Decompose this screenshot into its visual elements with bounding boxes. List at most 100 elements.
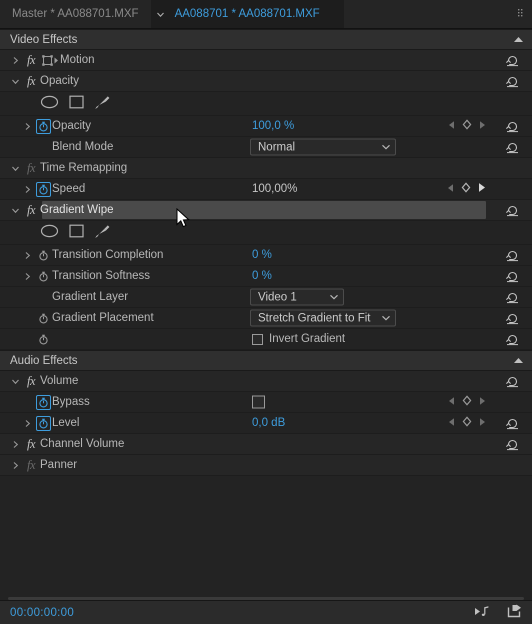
reset-icon[interactable] — [505, 290, 520, 304]
reset-icon[interactable] — [505, 74, 520, 88]
property-label-gradient-placement: Gradient Placement — [52, 312, 154, 324]
property-row-speed[interactable]: Speed 100,00% — [0, 179, 532, 200]
stopwatch-icon[interactable] — [34, 311, 52, 326]
tab-master[interactable]: Master * AA088701.MXF — [0, 0, 151, 28]
property-row-blend-mode[interactable]: Blend Mode Normal — [0, 137, 532, 158]
next-keyframe-icon[interactable] — [479, 417, 486, 429]
reset-icon[interactable] — [505, 53, 520, 67]
property-label-transition-completion: Transition Completion — [52, 249, 164, 261]
free-draw-bezier-mask-icon[interactable] — [94, 95, 110, 113]
fx-icon: fx — [26, 73, 36, 88]
reset-icon[interactable] — [505, 203, 520, 217]
horizontal-scrollbar[interactable] — [8, 597, 524, 600]
add-keyframe-icon[interactable] — [462, 119, 472, 133]
add-keyframe-icon[interactable] — [461, 182, 471, 196]
property-value-opacity[interactable]: 100,0 % — [252, 120, 294, 132]
invert-gradient-checkbox-group[interactable]: Invert Gradient — [252, 333, 345, 345]
chevron-right-icon[interactable] — [20, 419, 34, 428]
chevron-right-icon[interactable] — [8, 461, 22, 470]
chevron-down-icon[interactable] — [8, 377, 22, 386]
reset-icon[interactable] — [505, 119, 520, 133]
reset-icon[interactable] — [505, 248, 520, 262]
create-rectangle-mask-icon[interactable] — [69, 95, 84, 112]
reset-icon[interactable] — [505, 437, 520, 451]
gradient-layer-dropdown[interactable]: Video 1 — [250, 288, 344, 306]
next-keyframe-icon[interactable] — [479, 396, 486, 408]
fx-icon: fx — [26, 373, 36, 388]
chevron-right-icon[interactable] — [8, 440, 22, 449]
reset-icon[interactable] — [505, 311, 520, 325]
chevron-down-icon[interactable] — [8, 164, 22, 173]
property-label-blend-mode: Blend Mode — [52, 141, 114, 153]
stopwatch-icon[interactable] — [34, 118, 52, 134]
timecode-display[interactable]: 00:00:00:00 — [10, 607, 74, 619]
transform-icon[interactable] — [40, 54, 60, 66]
previous-keyframe-icon[interactable] — [448, 417, 455, 429]
stopwatch-icon[interactable] — [34, 248, 52, 263]
chevron-down-icon[interactable] — [8, 77, 22, 86]
play-audio-icon[interactable] — [474, 605, 491, 621]
chevron-down-icon[interactable] — [8, 206, 22, 215]
gradient-placement-dropdown[interactable]: Stretch Gradient to Fit — [250, 309, 396, 327]
property-row-opacity[interactable]: Opacity 100,0 % — [0, 116, 532, 137]
chevron-right-icon[interactable] — [20, 185, 34, 194]
effect-row-volume[interactable]: fx Volume — [0, 371, 532, 392]
stopwatch-icon[interactable] — [34, 181, 52, 197]
reset-icon[interactable] — [505, 140, 520, 154]
create-ellipse-mask-icon[interactable] — [40, 95, 59, 112]
property-row-transition-completion[interactable]: Transition Completion 0 % — [0, 245, 532, 266]
reset-icon[interactable] — [505, 332, 520, 346]
effect-row-channel-volume[interactable]: fx Channel Volume — [0, 434, 532, 455]
blend-mode-dropdown[interactable]: Normal — [250, 138, 396, 156]
add-keyframe-icon[interactable] — [462, 416, 472, 430]
stopwatch-icon[interactable] — [34, 332, 52, 347]
reset-icon[interactable] — [505, 374, 520, 388]
stopwatch-icon[interactable] — [34, 415, 52, 431]
effect-row-opacity[interactable]: fx Opacity — [0, 71, 532, 92]
keyframe-nav-level — [448, 416, 486, 430]
property-value-transition-completion[interactable]: 0 % — [252, 249, 272, 261]
add-keyframe-icon[interactable] — [462, 395, 472, 409]
property-row-transition-softness[interactable]: Transition Softness 0 % — [0, 266, 532, 287]
previous-keyframe-icon[interactable] — [448, 120, 455, 132]
property-value-level[interactable]: 0,0 dB — [252, 417, 285, 429]
chevron-right-icon[interactable] — [20, 251, 34, 260]
section-header-video-effects[interactable]: Video Effects — [0, 29, 532, 50]
bypass-checkbox-group[interactable] — [252, 395, 265, 409]
effect-row-gradient-wipe[interactable]: fx Gradient Wipe — [0, 200, 532, 221]
section-header-audio-effects[interactable]: Audio Effects — [0, 350, 532, 371]
chevron-right-icon[interactable] — [8, 56, 22, 65]
tab-clip[interactable]: AA088701 * AA088701.MXF — [150, 0, 344, 28]
triangle-up-icon[interactable] — [513, 34, 524, 46]
chevron-down-icon[interactable] — [152, 0, 169, 28]
effect-row-motion[interactable]: fx Motion — [0, 50, 532, 71]
next-keyframe-icon[interactable] — [478, 183, 486, 196]
next-keyframe-icon[interactable] — [479, 120, 486, 132]
property-row-gradient-layer[interactable]: Gradient Layer Video 1 — [0, 287, 532, 308]
create-ellipse-mask-icon[interactable] — [40, 224, 59, 241]
panel-tab-bar: Master * AA088701.MXF AA088701 * AA08870… — [0, 0, 532, 29]
reset-icon[interactable] — [505, 416, 520, 430]
free-draw-bezier-mask-icon[interactable] — [94, 224, 110, 242]
chevron-right-icon[interactable] — [20, 122, 34, 131]
property-value-transition-softness[interactable]: 0 % — [252, 270, 272, 282]
property-value-speed[interactable]: 100,00% — [252, 183, 297, 195]
effect-row-time-remapping[interactable]: fx Time Remapping — [0, 158, 532, 179]
property-row-level[interactable]: Level 0,0 dB — [0, 413, 532, 434]
chevron-right-icon[interactable] — [20, 272, 34, 281]
stopwatch-icon[interactable] — [34, 269, 52, 284]
panel-drag-handle-icon[interactable] — [516, 8, 526, 20]
reset-icon[interactable] — [505, 269, 520, 283]
stopwatch-icon[interactable] — [34, 394, 52, 410]
property-row-gradient-placement[interactable]: Gradient Placement Stretch Gradient to F… — [0, 308, 532, 329]
previous-keyframe-icon[interactable] — [448, 396, 455, 408]
previous-keyframe-icon[interactable] — [447, 183, 454, 195]
bypass-checkbox[interactable] — [252, 395, 265, 409]
property-row-bypass[interactable]: Bypass — [0, 392, 532, 413]
triangle-up-icon[interactable] — [513, 355, 524, 367]
create-rectangle-mask-icon[interactable] — [69, 224, 84, 241]
export-frame-icon[interactable] — [507, 604, 522, 621]
effect-row-panner[interactable]: fx Panner — [0, 455, 532, 476]
property-row-invert-gradient[interactable]: Invert Gradient — [0, 329, 532, 350]
invert-gradient-checkbox[interactable] — [252, 333, 263, 345]
